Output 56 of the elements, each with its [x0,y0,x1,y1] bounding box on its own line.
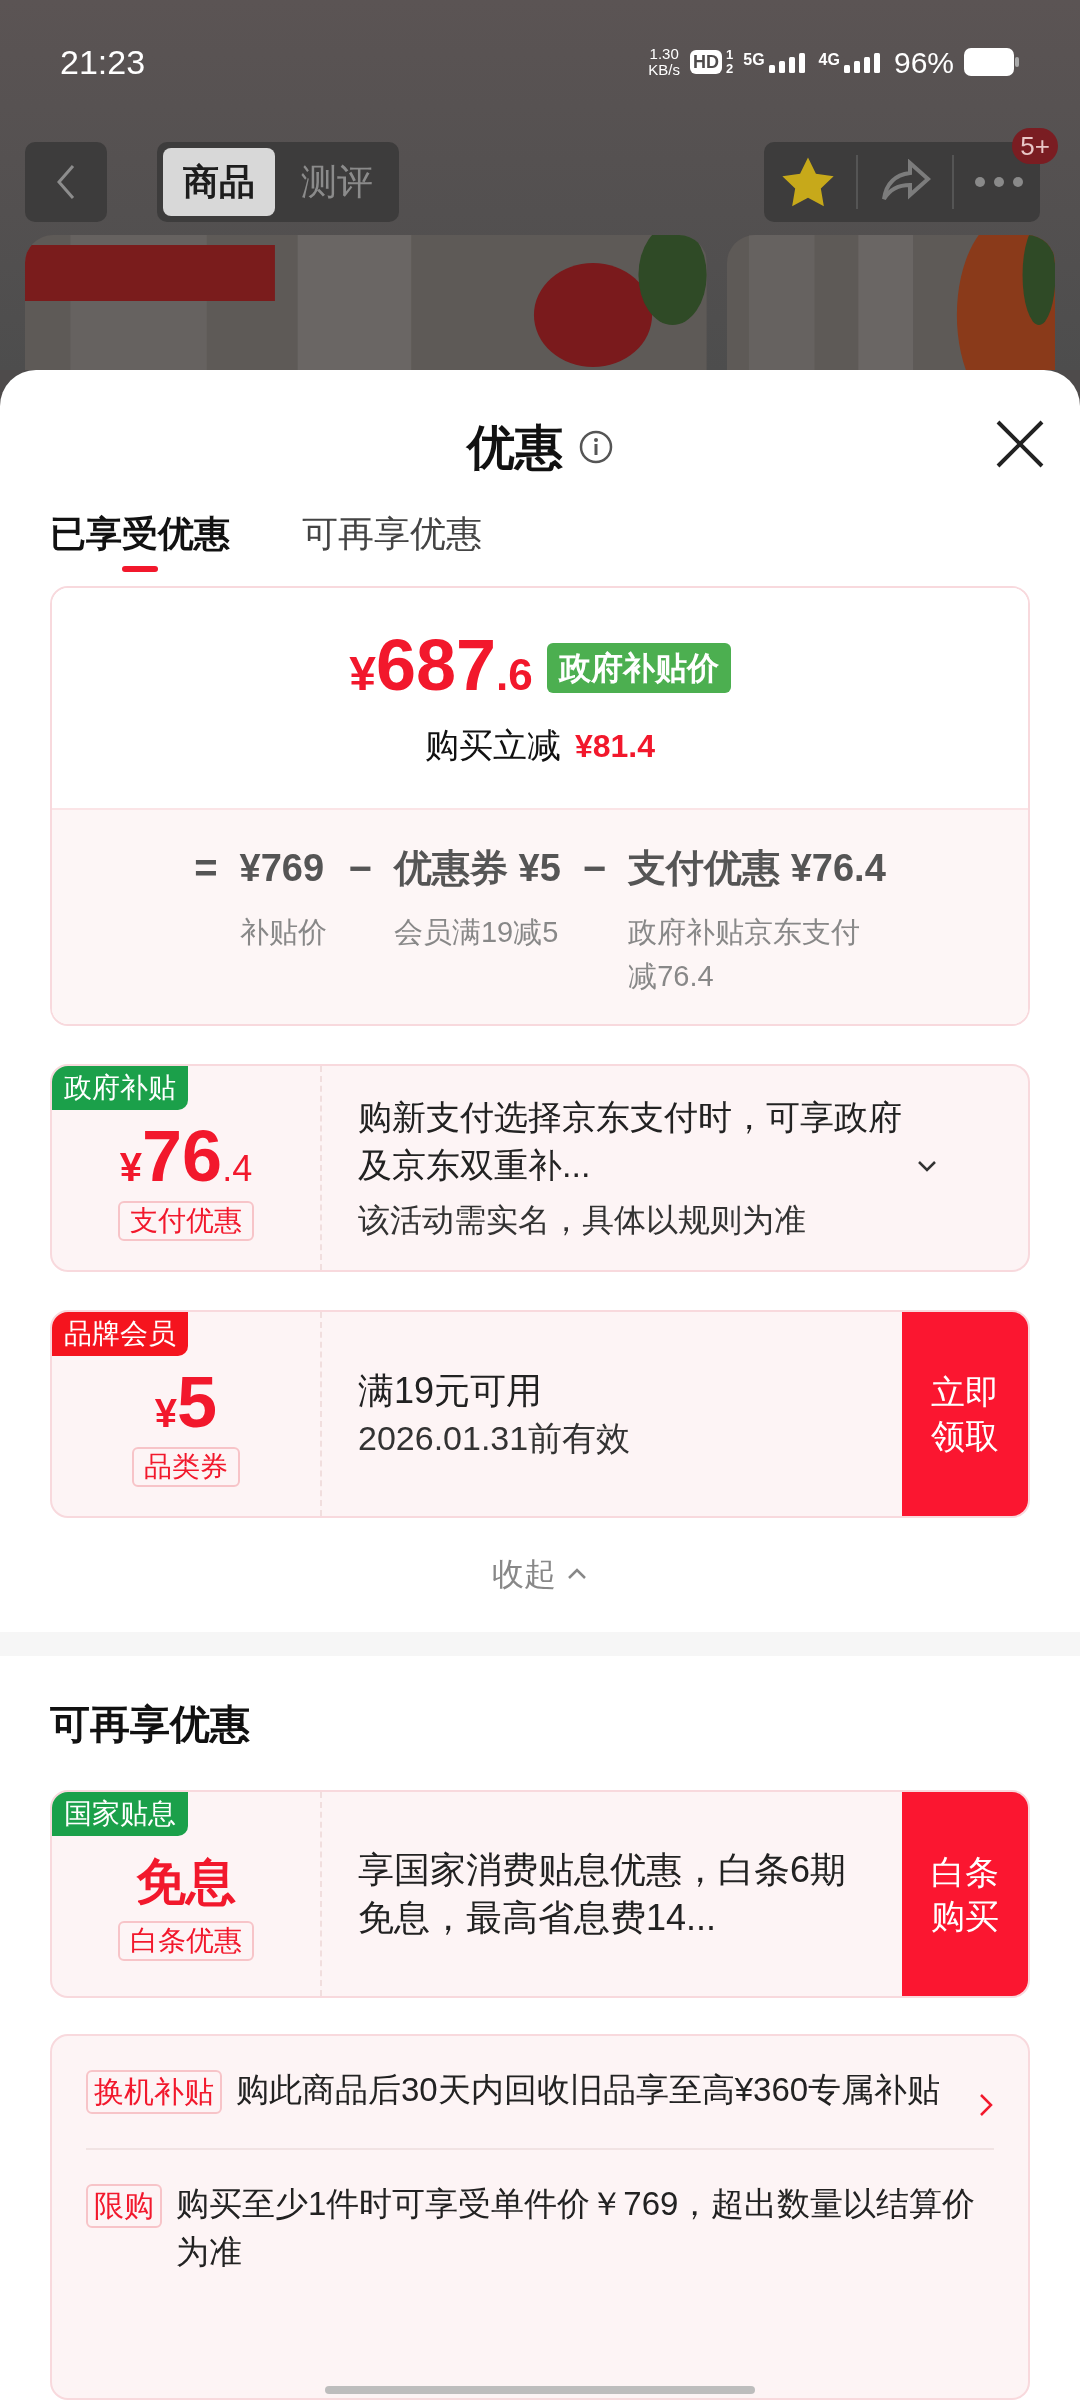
coupon-amount: ¥5 [154,1361,218,1443]
operator: = [194,845,218,892]
coupon-tag: 品牌会员 [52,1312,188,1356]
chevron-down-icon[interactable] [916,1159,938,1173]
operator: − [582,845,607,892]
final-price: ¥687.6 [349,625,533,707]
rule-text: 购此商品后30天内回收旧品享至高¥360专属补贴 [236,2070,942,2110]
reduction-amount: ¥81.4 [574,727,656,766]
chevron-up-icon [566,1567,588,1581]
coupon-title: 享国家消费贴息优惠，白条6期免息，最高省息费14... [358,1848,848,1940]
coupon-amount: ¥76.4 [119,1115,253,1197]
status-time: 21:23 [60,41,146,83]
network-speed: 1.30 KB/s [648,46,681,78]
coupon-title: 满19元可用 [358,1369,543,1413]
more-icon[interactable] [974,176,1024,188]
coupon-title: 购新支付选择京东支付时，可享政府及京东双重补... [358,1097,903,1186]
breakdown-note: 补贴价 [239,915,327,950]
page-tab[interactable]: 测评 [281,148,393,216]
breakdown-value: 优惠券 ¥5 [393,846,561,891]
notification-badge: 5+ [1012,128,1058,164]
network-type: 5G [743,51,765,69]
rule-tag: 换机补贴 [86,2070,222,2114]
page-tab[interactable]: 商品 [163,148,275,216]
price-tag: 政府补贴价 [546,642,731,693]
breakdown-note: 政府补贴京东支付减76.4 [628,915,862,994]
section-title: 可再享优惠 [49,1701,251,1748]
breakdown-value: 支付优惠 ¥76.4 [628,846,886,891]
hd-badge: HD [690,50,723,74]
offer-tab[interactable]: 已享受优惠 [50,510,230,572]
network-type: 4G [818,51,840,69]
battery-percent: 96% [893,44,954,81]
coupon-subtitle: 该活动需实名，具体以规则为准 [358,1201,807,1240]
info-icon[interactable] [579,430,613,464]
collapse-button[interactable]: 收起 [492,1544,588,1604]
sheet-title: 优惠 [467,420,563,476]
coupon-main-text: 免息 [136,1853,236,1912]
chevron-right-icon[interactable] [978,2092,994,2118]
coupon-type-label: 白条优惠 [118,1921,254,1961]
rule-tag: 限购 [86,2184,162,2228]
coupon-action-button[interactable]: 白条购买 [902,1792,1028,1996]
coupon-type-label: 支付优惠 [118,1200,254,1241]
close-icon[interactable] [994,418,1046,470]
operator: − [348,845,372,892]
breakdown-note: 会员满19减5 [393,915,560,950]
coupon-subtitle: 2026.01.31前有效 [358,1418,632,1459]
battery-icon [964,48,1020,76]
breakdown-value: ¥769 [239,846,326,891]
coupon-tag: 国家贴息 [52,1792,188,1836]
back-icon [55,163,77,201]
offer-tab[interactable]: 可再享优惠 [302,510,482,572]
coupon-type-label: 品类券 [132,1446,240,1487]
reduction-label: 购买立减 [424,725,561,766]
hd-slots: 1 2 [726,48,734,76]
coupon-tag: 政府补贴 [52,1066,188,1110]
coupon-action-button[interactable]: 立即领取 [902,1312,1028,1516]
rule-text: 购买至少1件时可享受单件价￥769，超出数量以结算价为准 [176,2184,977,2272]
